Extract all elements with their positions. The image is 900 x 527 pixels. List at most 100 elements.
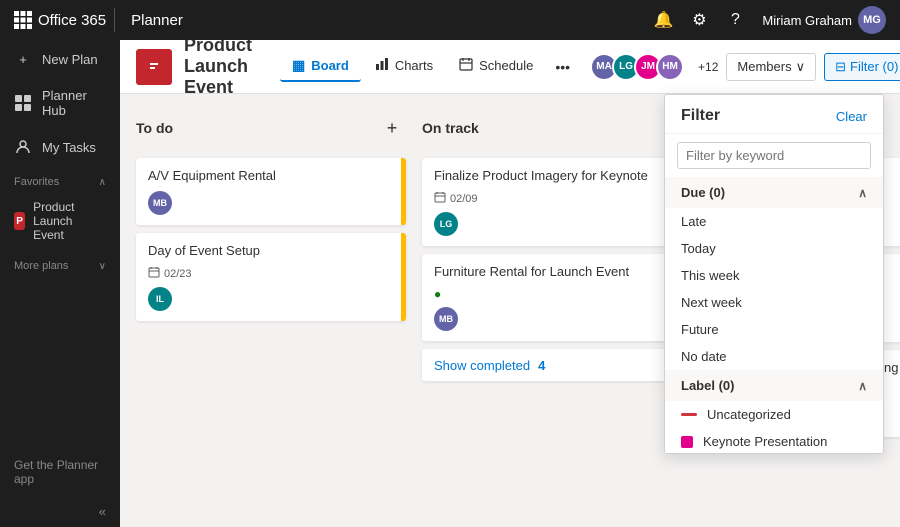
task-meta: 02/09 [434, 191, 680, 206]
task-date-value: 02/09 [450, 193, 478, 205]
filter-panel-header: Filter Clear [665, 95, 883, 134]
task-meta: ● [434, 287, 680, 301]
apps-icon[interactable] [8, 5, 38, 35]
member-avatar-hm[interactable]: HM [656, 53, 684, 81]
bucket-todo-title: To do [136, 120, 173, 136]
nav-charts[interactable]: Charts [363, 51, 445, 82]
sidebar-item-my-tasks[interactable]: My Tasks [0, 128, 120, 166]
task-card[interactable]: Day of Event Setup 02/23 IL ••• [136, 233, 406, 321]
task-assignee-avatar: MB [434, 307, 458, 331]
topbar-divider [114, 8, 115, 32]
charts-icon [375, 57, 389, 74]
sidebar: + New Plan Planner Hub My Tasks Favorite… [0, 0, 120, 527]
task-footer: IL ••• [148, 287, 394, 311]
sidebar-item-product-launch[interactable]: P Product Launch Event [0, 192, 120, 250]
completed-count: 4 [538, 358, 545, 373]
topbar-brand: Office 365 [38, 12, 106, 29]
username: Miriam Graham [762, 13, 852, 28]
filter-label-label: Label (0) [681, 378, 734, 393]
task-date: 02/09 [434, 191, 478, 206]
show-completed-label: Show completed [434, 358, 530, 373]
task-date: 02/23 [148, 266, 192, 281]
task-footer: MB ••• [434, 307, 680, 331]
filter-label-uncategorized[interactable]: Uncategorized [665, 401, 883, 428]
filter-due-late[interactable]: Late [665, 208, 883, 235]
nav-more-icon[interactable]: ••• [547, 53, 578, 81]
sidebar-collapse-button[interactable]: « [0, 496, 120, 527]
nav-schedule[interactable]: Schedule [447, 51, 545, 82]
member-avatars: MA LG JM HM [590, 53, 684, 81]
filter-due-section[interactable]: Due (0) ∧ [665, 177, 883, 208]
more-plans-chevron-icon[interactable]: ∨ [99, 261, 106, 272]
sidebar-item-new-plan[interactable]: + New Plan [0, 40, 120, 78]
filter-label-section[interactable]: Label (0) ∧ [665, 370, 883, 401]
task-meta: 02/23 [148, 266, 394, 281]
topbar-appname: Planner [131, 12, 183, 29]
label-color-dot [681, 436, 693, 448]
filter-search [665, 134, 883, 177]
filter-due-today[interactable]: Today [665, 235, 883, 262]
bucket-ontrack-header: On track + [422, 110, 692, 150]
filter-due-label: Due (0) [681, 185, 725, 200]
board-header-right: MA LG JM HM +12 Members ∨ ⊟ Filter (0) ∨… [590, 53, 900, 81]
bell-icon[interactable]: 🔔 [648, 5, 678, 35]
checkcircle-icon: ● [434, 287, 441, 301]
favorites-section: Favorites ∧ [0, 166, 120, 192]
filter-panel-title: Filter [681, 107, 720, 125]
help-icon[interactable]: ? [720, 5, 750, 35]
board-icon: ▦ [292, 57, 305, 74]
task-footer: MB ••• [148, 191, 394, 215]
planner-hub-icon [14, 94, 32, 112]
bucket-todo-header: To do + [136, 110, 406, 150]
filter-panel: Filter Clear Due (0) ∧ Late Today This w… [664, 94, 884, 454]
filter-button[interactable]: ⊟ Filter (0) ∨ [824, 53, 900, 81]
task-assignee-avatar: MB [148, 191, 172, 215]
avatar: MG [858, 6, 886, 34]
bucket-todo-add-button[interactable]: + [378, 114, 406, 142]
board-header: Product Launch Event ▦ Board Charts [120, 40, 900, 94]
task-date-value: 02/23 [164, 268, 192, 280]
task-card[interactable]: Finalize Product Imagery for Keynote 02/… [422, 158, 692, 246]
more-plans-section: More plans ∨ [0, 250, 120, 276]
task-title: Day of Event Setup [148, 243, 394, 258]
favorites-chevron-icon[interactable]: ∧ [99, 177, 106, 188]
calendar-icon [434, 191, 446, 206]
task-priority-bar [401, 158, 406, 225]
bucket-todo: To do + A/V Equipment Rental MB ••• Day … [136, 110, 406, 321]
show-completed-button[interactable]: Show completed 4 ∨ [422, 349, 692, 381]
nav-board[interactable]: ▦ Board [280, 51, 361, 82]
task-card[interactable]: Furniture Rental for Launch Event ● MB •… [422, 254, 692, 341]
my-tasks-icon [14, 138, 32, 156]
sidebar-item-planner-hub[interactable]: Planner Hub [0, 78, 120, 128]
filter-clear-button[interactable]: Clear [836, 109, 867, 124]
filter-due-future[interactable]: Future [665, 316, 883, 343]
topbar-right: 🔔 ⚙ ? Miriam Graham MG [648, 2, 892, 38]
settings-icon[interactable]: ⚙ [684, 5, 714, 35]
task-date: ● [434, 287, 441, 301]
filter-due-chevron-icon: ∧ [858, 186, 867, 200]
schedule-icon [459, 57, 473, 74]
task-title: Finalize Product Imagery for Keynote [434, 168, 680, 183]
get-planner-app[interactable]: Get the Planner app [0, 448, 120, 496]
filter-due-thisweek[interactable]: This week [665, 262, 883, 289]
task-card[interactable]: A/V Equipment Rental MB ••• [136, 158, 406, 225]
product-launch-icon: P [14, 212, 25, 230]
calendar-icon [148, 266, 160, 281]
task-priority-bar [401, 233, 406, 321]
filter-icon: ⊟ [835, 59, 846, 75]
filter-label-chevron-icon: ∧ [858, 379, 867, 393]
filter-due-nodate[interactable]: No date [665, 343, 883, 370]
filter-due-nextweek[interactable]: Next week [665, 289, 883, 316]
task-assignee-avatar: LG [434, 212, 458, 236]
bucket-ontrack: On track + Finalize Product Imagery for … [422, 110, 692, 381]
filter-search-input[interactable] [677, 142, 871, 169]
task-footer: LG ••• [434, 212, 680, 236]
user-menu[interactable]: Miriam Graham MG [756, 2, 892, 38]
bucket-ontrack-title: On track [422, 120, 479, 136]
task-title: Furniture Rental for Launch Event [434, 264, 680, 279]
topbar: Office 365 Planner 🔔 ⚙ ? Miriam Graham M… [0, 0, 900, 40]
members-more-count[interactable]: +12 [698, 60, 718, 74]
task-assignee-avatar: IL [148, 287, 172, 311]
members-button[interactable]: Members ∨ [726, 53, 816, 81]
filter-label-keynote[interactable]: Keynote Presentation [665, 428, 883, 454]
